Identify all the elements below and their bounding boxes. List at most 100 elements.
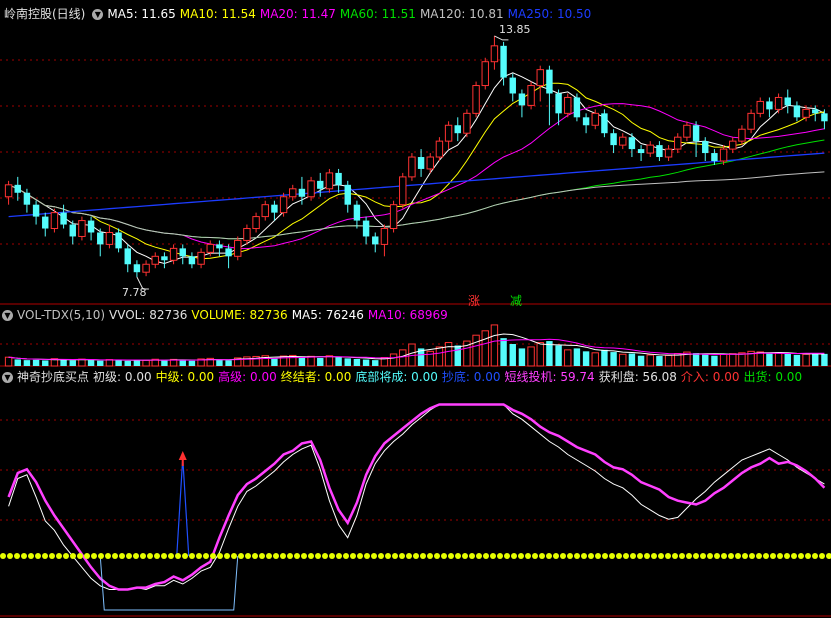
baseline-dot [266,553,272,559]
candle-body-up [646,144,654,154]
baseline-dot [672,553,678,559]
baseline-dot [427,553,433,559]
ma10-label: MA10: 11.54 [179,7,256,21]
candle-body-up [151,255,159,265]
candle-body-down [179,248,186,257]
chuji-label: 初级: 0.00 [93,370,152,384]
chevron-down-icon[interactable]: ▼ [2,309,13,321]
baseline-dot [504,553,510,559]
candle-body-up [481,61,489,87]
vol-title: VOL-TDX(5,10) [17,308,106,322]
duanxian-label: 短线投机: 59.74 [504,370,595,384]
buy-arrow-icon [178,451,187,460]
baseline-dot [175,553,181,559]
volume-bar-down [32,359,40,366]
candle-body-down [124,248,131,265]
ma5-line [8,72,825,265]
baseline-dot [665,553,671,559]
volume-bar-down [784,353,791,366]
baseline-dot [476,553,482,559]
volume-bar-down [188,360,196,366]
ma5-label: MA5: 11.65 [107,7,176,21]
baseline-dot [707,553,713,559]
indicator-line-white [8,404,825,591]
volume-bar-down [601,349,608,366]
baseline-dot [161,553,167,559]
baseline-dot [35,553,41,559]
baseline-dot [826,553,831,559]
candle-body-down [573,97,581,118]
candle-body-up [50,212,59,230]
baseline-dot [0,553,6,559]
baseline-dot [308,553,314,559]
vvol-label: VVOL: 82736 [109,308,188,322]
candle-body-down [372,236,379,245]
baseline-dot [14,553,20,559]
fall-marker: 减 [510,294,523,308]
baseline-dot [714,553,720,559]
baseline-dot [392,553,398,559]
candle-body-down [188,256,196,265]
volume-bar-down [637,355,645,366]
volume-ma-lines [8,333,825,361]
price-header: 岭南控股(日线) ▼ MA5: 11.65 MA10: 11.54 MA20: … [0,6,595,22]
baseline-dot [168,553,174,559]
candle-body-up [738,128,746,142]
baseline-dot [798,553,804,559]
candle-body-up [435,140,444,158]
baseline-dot [182,553,188,559]
baseline-dot [301,553,307,559]
volume-label: VOLUME: 82736 [191,308,288,322]
baseline-dot [378,553,384,559]
candle-body-up [4,184,13,198]
volume-bar-up [719,353,728,367]
candle-body-up [380,228,389,245]
candle-body-down [133,264,141,273]
baseline-dot [245,553,251,559]
candle-body-down [518,93,526,106]
volume-bar-up [444,342,453,367]
huoli-label: 获利盘: 56.08 [598,370,677,384]
candle-body-up [279,196,288,214]
chevron-down-icon[interactable]: ▼ [2,371,13,383]
volume-bar-up [774,352,783,367]
candle-body-down [271,204,278,213]
baseline-dot [28,553,34,559]
volume-bar-down [372,360,379,366]
baseline-dot [511,553,517,559]
chevron-down-icon[interactable]: ▼ [92,8,104,20]
volume-bar-down [793,354,801,366]
volume-bar-down [317,357,324,366]
chuhuo-label: 出货: 0.00 [743,370,803,384]
volume-bar-up [389,353,398,367]
baseline-dot [728,553,734,559]
baseline-dot [84,553,90,559]
baseline-dot [637,553,643,559]
baseline-dot [595,553,601,559]
volume-bar-up [619,353,627,367]
candle-body-down [69,224,76,237]
baseline-dot [280,553,286,559]
baseline-dot [497,553,503,559]
candle-body-up [78,220,86,237]
volume-bar-up [472,334,480,367]
baseline-dot [420,553,426,559]
candle-body-up [444,124,453,142]
candle-body-down [509,77,516,94]
candle-body-up [490,45,499,63]
candle-body-down [555,93,562,114]
volume-bar-down [161,360,168,366]
volume-bar-down [555,345,562,366]
baseline-dot [462,553,468,559]
candle-body-up [261,204,269,218]
baseline-dot [483,553,489,559]
baseline-dot [567,553,573,559]
volume-bar-up [591,352,599,367]
baseline-dot [609,553,615,559]
baseline-dot [574,553,580,559]
chaodi-label: 抄底: 0.00 [441,370,501,384]
baseline-dot [350,553,356,559]
candle-body-down [216,244,223,249]
baseline-dot [581,553,587,559]
volume-bar-down [821,353,828,366]
